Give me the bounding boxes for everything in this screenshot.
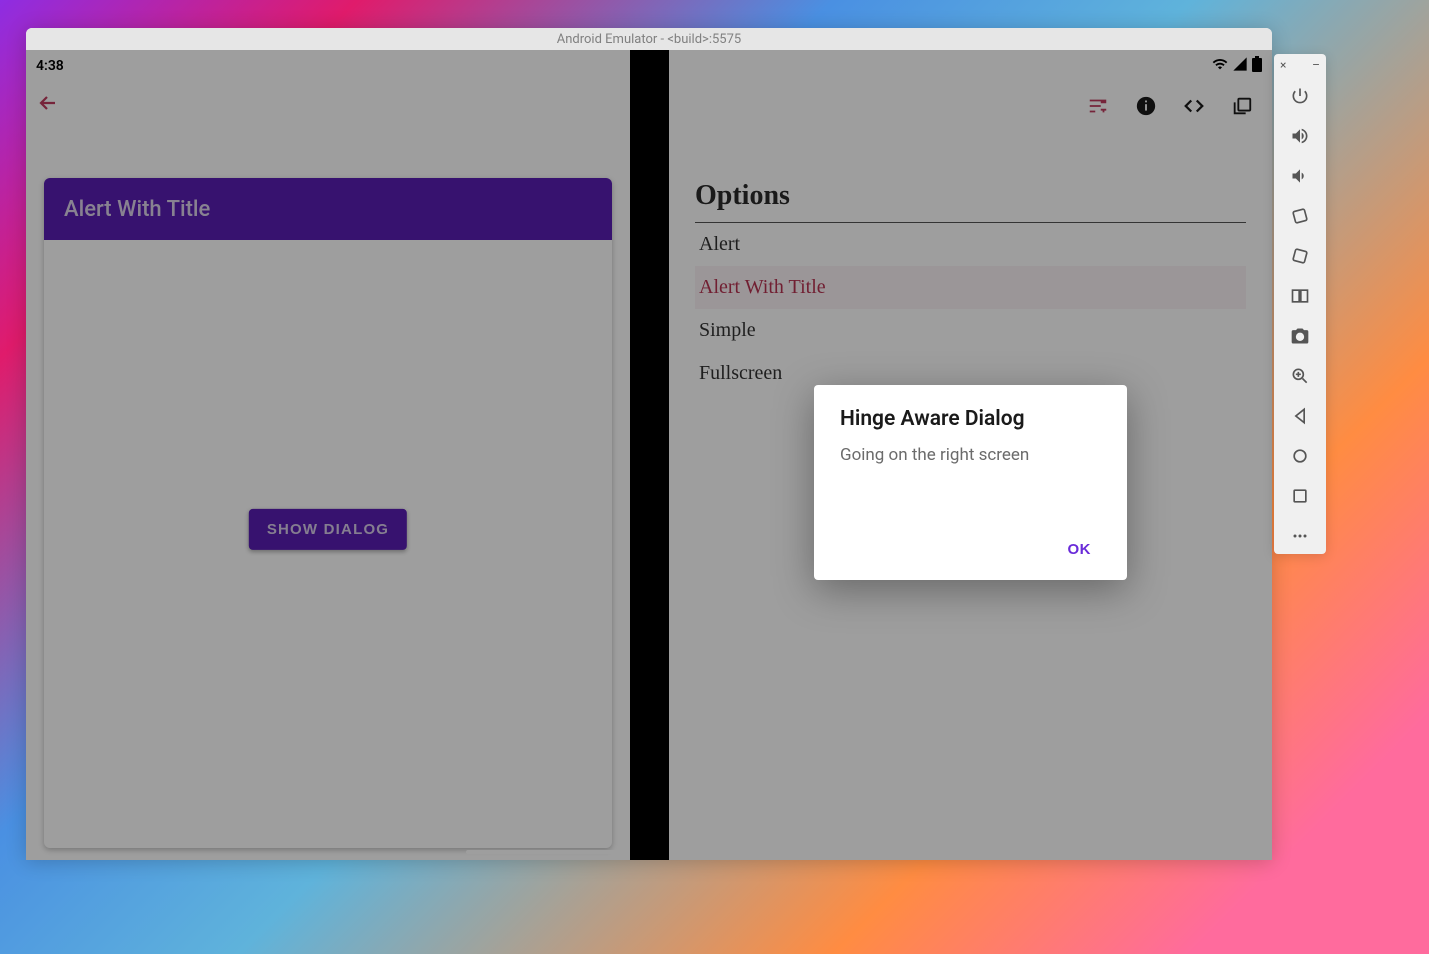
dialog-ok-button[interactable]: OK xyxy=(1058,533,1102,566)
device-screen: 4:38 Alert With Title SHOW DIALOG xyxy=(26,50,1272,860)
power-icon[interactable] xyxy=(1274,76,1326,116)
dialog-body: Going on the right screen xyxy=(840,445,1101,465)
back-nav-icon[interactable] xyxy=(1274,396,1326,436)
screenshot-icon[interactable] xyxy=(1274,316,1326,356)
dialog-actions: OK xyxy=(840,533,1101,566)
volume-down-icon[interactable] xyxy=(1274,156,1326,196)
zoom-icon[interactable] xyxy=(1274,356,1326,396)
sidebar-minimize-button[interactable]: – xyxy=(1312,58,1320,72)
emulator-window: Android Emulator - <build>:5575 4:38 Ale… xyxy=(26,28,1272,860)
emulator-sidebar: × – xyxy=(1274,54,1326,554)
fold-icon[interactable] xyxy=(1274,276,1326,316)
emulator-titlebar: Android Emulator - <build>:5575 xyxy=(26,28,1272,50)
overview-nav-icon[interactable] xyxy=(1274,476,1326,516)
dialog-title: Hinge Aware Dialog xyxy=(840,407,1101,431)
more-icon[interactable] xyxy=(1274,516,1326,556)
alert-dialog: Hinge Aware Dialog Going on the right sc… xyxy=(814,385,1127,580)
volume-up-icon[interactable] xyxy=(1274,116,1326,156)
home-nav-icon[interactable] xyxy=(1274,436,1326,476)
rotate-left-icon[interactable] xyxy=(1274,196,1326,236)
emulator-title: Android Emulator - <build>:5575 xyxy=(557,32,741,47)
sidebar-close-button[interactable]: × xyxy=(1280,58,1286,72)
rotate-right-icon[interactable] xyxy=(1274,236,1326,276)
